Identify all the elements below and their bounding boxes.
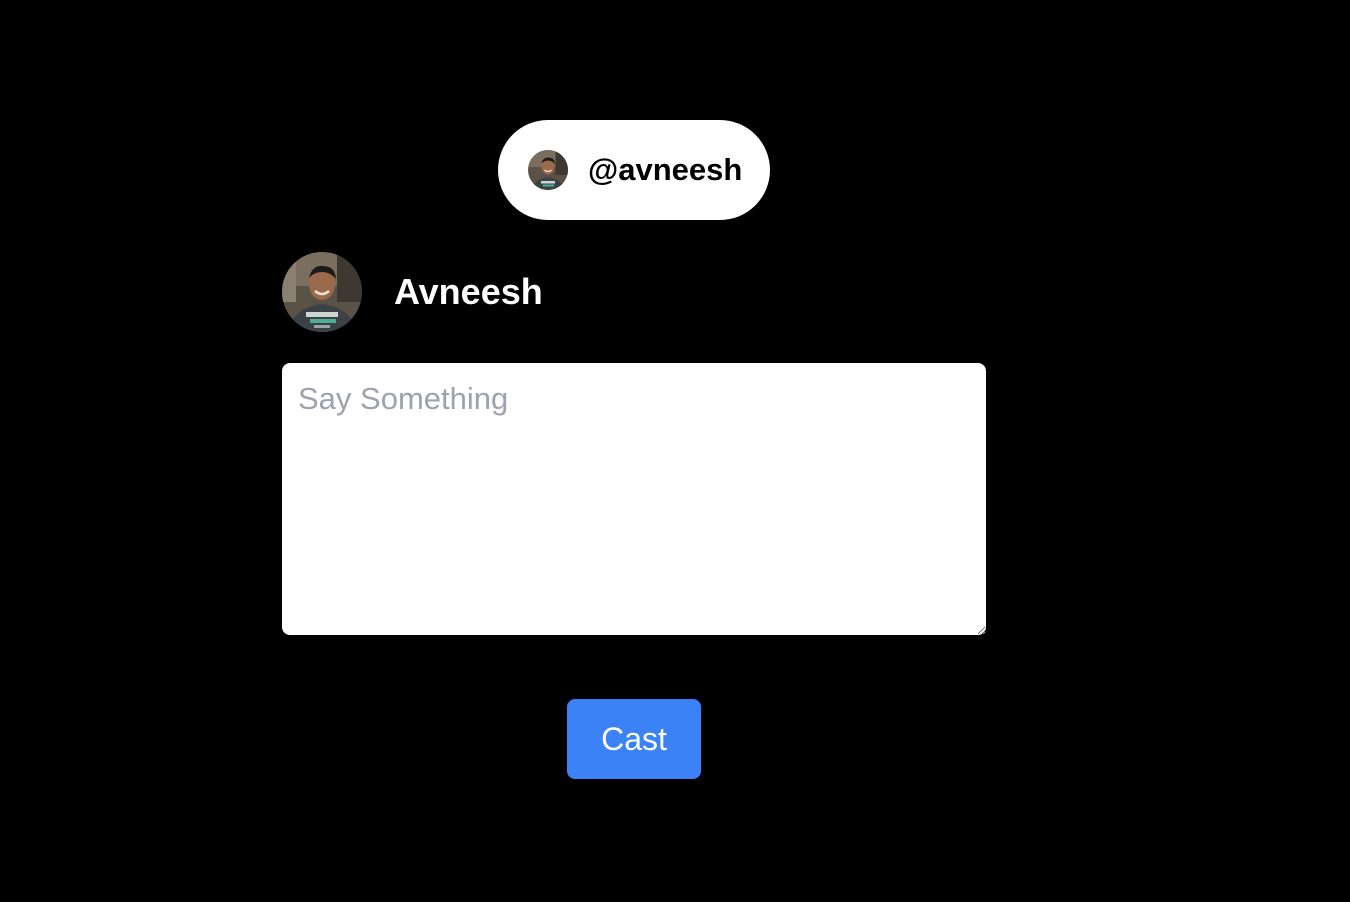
display-name: Avneesh — [394, 271, 543, 312]
user-handle: @avneesh — [588, 152, 743, 187]
cast-composer-page: @avneesh Avneesh Cast — [0, 0, 1350, 902]
profile-avatar — [282, 252, 362, 332]
pill-avatar — [528, 150, 568, 190]
cast-textarea[interactable] — [282, 363, 986, 635]
cast-button[interactable]: Cast — [567, 699, 701, 779]
user-pill[interactable]: @avneesh — [498, 120, 770, 220]
